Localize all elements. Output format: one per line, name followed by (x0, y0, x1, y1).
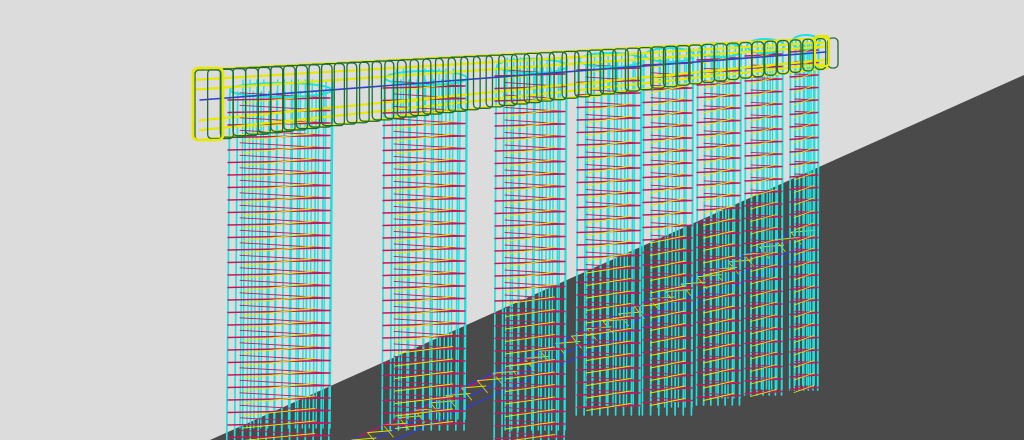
column-vertical-bar (788, 43, 792, 391)
column-vertical-bar (780, 47, 784, 396)
column-vertical-bar (798, 43, 801, 391)
column-vertical-bar (768, 47, 772, 396)
3d-viewport[interactable] (0, 0, 1024, 440)
rebar-model-scene[interactable] (0, 0, 1024, 440)
column-vertical-bar (774, 47, 778, 396)
